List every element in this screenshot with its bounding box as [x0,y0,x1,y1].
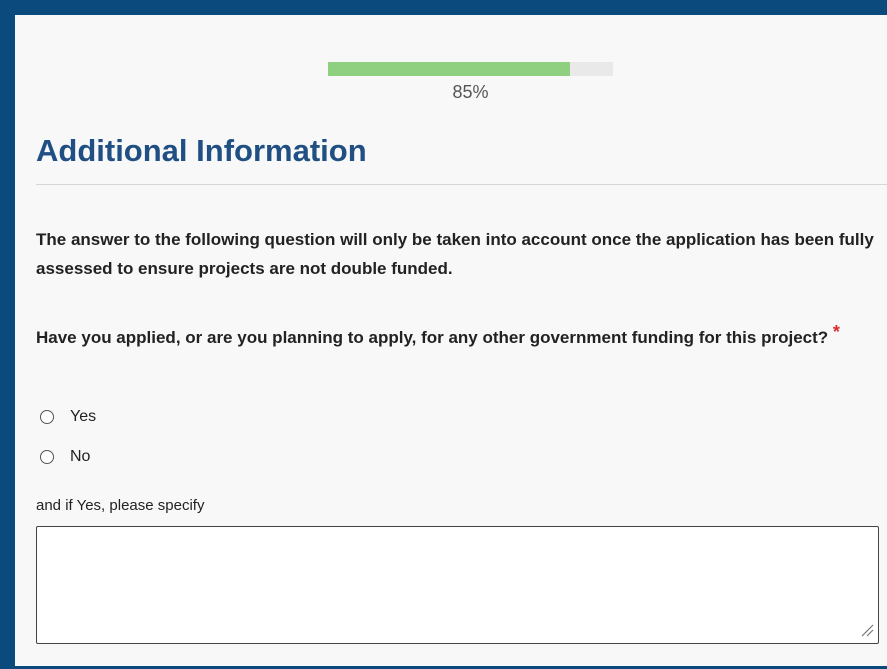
required-asterisk-icon: * [832,322,840,342]
progress-indicator: 85% [328,62,613,102]
title-divider [36,184,887,185]
specify-label: and if Yes, please specify [36,497,205,514]
specify-textarea[interactable] [36,526,879,644]
window-frame: 85% Additional Information The answer to… [0,0,887,669]
progress-percent: 85% [452,82,489,102]
radio-circle-icon[interactable] [40,410,54,424]
radio-circle-icon[interactable] [40,450,54,464]
form-panel: 85% Additional Information The answer to… [15,15,887,666]
radio-option-yes[interactable]: Yes [40,405,96,429]
resize-handle-icon[interactable] [861,624,874,637]
funding-question-text: Have you applied, or are you planning to… [36,328,829,347]
radio-label-no: No [70,448,91,465]
radio-option-no[interactable]: No [40,445,90,469]
intro-text: The answer to the following question wil… [36,230,874,278]
progress-fill [328,62,571,76]
radio-label-yes: Yes [70,408,97,425]
progress-track [328,62,613,76]
funding-question: Have you applied, or are you planning to… [36,316,876,354]
page-title: Additional Information [36,133,367,168]
